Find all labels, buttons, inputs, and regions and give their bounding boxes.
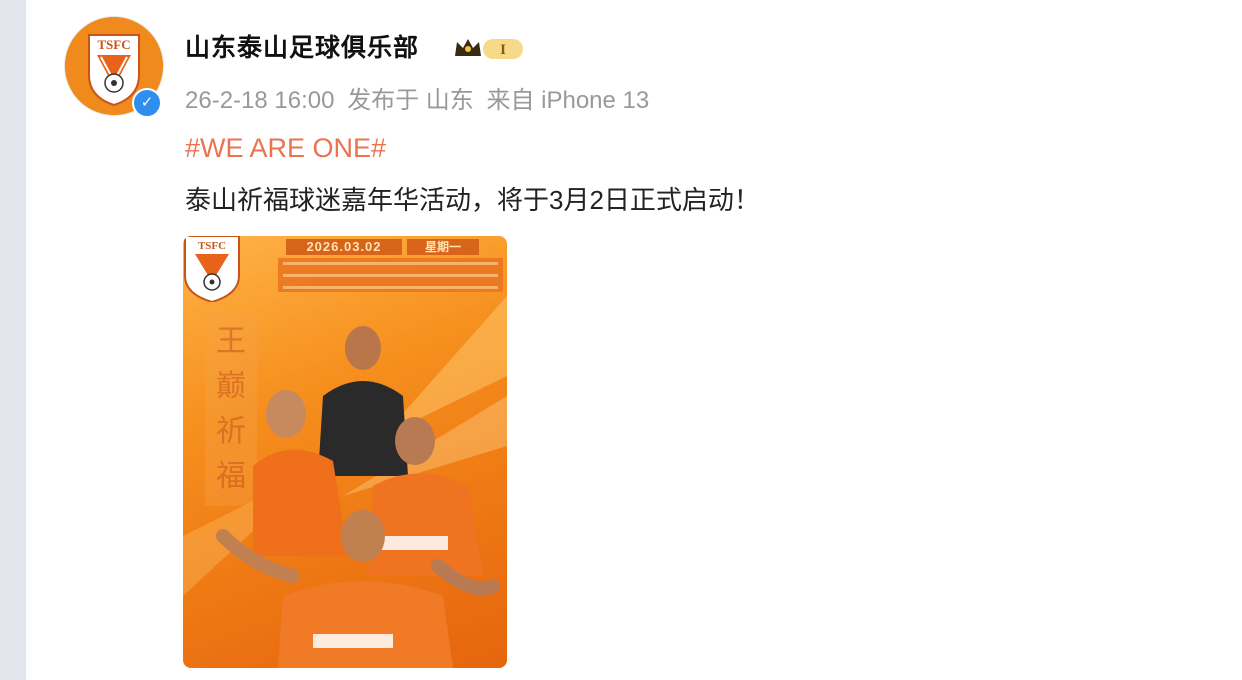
vip-level: I	[500, 42, 506, 58]
post-location: 发布于 山东	[347, 87, 474, 114]
hashtag-link[interactable]: #WE ARE ONE#	[185, 133, 386, 164]
svg-text:TSFC: TSFC	[97, 37, 130, 52]
svg-text:巅: 巅	[216, 369, 246, 404]
avatar-wrap[interactable]: TSFC ✓	[64, 16, 164, 118]
svg-text:福: 福	[216, 459, 246, 494]
post-device: 来自 iPhone 13	[486, 87, 650, 114]
crown-icon[interactable]: I	[453, 36, 525, 62]
post-text: 泰山祈福球迷嘉年华活动，将于3月2日正式启动！	[185, 185, 760, 215]
poster-club-logo: TSFC	[184, 236, 240, 302]
poster-date: 2026.03.02	[286, 239, 402, 255]
post-time[interactable]: 26-2-18 16:00	[185, 87, 334, 114]
svg-text:祈: 祈	[216, 414, 246, 449]
verified-check-icon: ✓	[132, 88, 162, 118]
post-meta: 26-2-18 16:00 发布于 山东 来自 iPhone 13	[185, 80, 655, 115]
svg-text:TSFC: TSFC	[198, 240, 226, 252]
left-rail	[0, 0, 26, 680]
poster-weekday: 星期一	[407, 239, 479, 255]
weibo-post-card: TSFC ✓ 山东泰山足球俱乐部 I 26-2-18 16:00 发布于 山东 …	[26, 0, 1242, 680]
svg-text:王: 王	[216, 324, 246, 359]
post-image[interactable]: 王 巅 祈 福 TSFC 2026.03.02 星期一	[183, 236, 507, 668]
user-name[interactable]: 山东泰山足球俱乐部	[185, 28, 419, 64]
